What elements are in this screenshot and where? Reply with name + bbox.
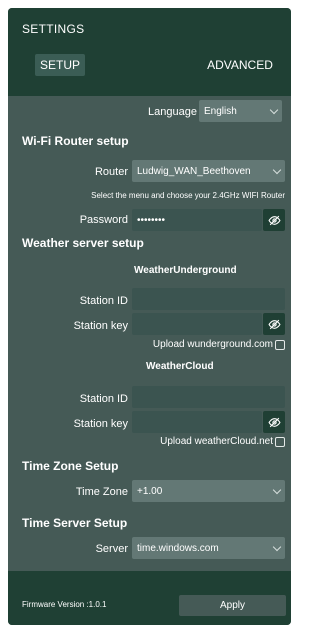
server-select[interactable]: time.windows.com — [132, 537, 285, 559]
server-label: Server — [95, 543, 128, 555]
password-visibility-toggle[interactable] — [263, 209, 285, 231]
weathercloud-title: WeatherCloud — [146, 361, 214, 372]
timezone-select[interactable]: +1.00 — [132, 480, 285, 502]
password-input[interactable]: •••••••• — [132, 209, 262, 231]
router-select[interactable]: Ludwig_WAN_Beethoven — [132, 160, 285, 182]
wc-station-key-label: Station key — [73, 418, 128, 430]
wc-upload-label: Upload weatherCloud.net — [160, 436, 273, 447]
router-value: Ludwig_WAN_Beethoven — [137, 165, 251, 177]
timezone-value: +1.00 — [137, 485, 163, 497]
wc-station-key-input[interactable] — [132, 411, 262, 433]
wunderground-title: WeatherUnderground — [134, 265, 237, 276]
wc-station-id-label: Station ID — [79, 393, 128, 405]
server-value: time.windows.com — [137, 542, 219, 554]
weather-section-title: Weather server setup — [22, 236, 144, 250]
timezone-label: Time Zone — [75, 486, 128, 498]
page-title: SETTINGS — [22, 22, 85, 36]
apply-button[interactable]: Apply — [179, 595, 286, 616]
wu-station-id-input[interactable] — [132, 288, 285, 310]
footer: Firmware Version :1.0.1 Apply — [8, 571, 291, 625]
eye-slash-icon — [267, 417, 281, 427]
firmware-version: Firmware Version :1.0.1 — [22, 600, 107, 609]
password-value: •••••••• — [137, 214, 166, 226]
chevron-down-icon — [269, 105, 279, 115]
timeserver-section-title: Time Server Setup — [22, 516, 128, 530]
header: SETTINGS SETUP ADVANCED — [8, 8, 291, 96]
eye-slash-icon — [267, 319, 281, 329]
timezone-section-title: Time Zone Setup — [22, 459, 119, 473]
settings-panel: SETTINGS SETUP ADVANCED Language English… — [8, 8, 291, 625]
wu-station-key-input[interactable] — [132, 313, 262, 335]
wc-station-id-input[interactable] — [132, 386, 285, 408]
wc-key-visibility-toggle[interactable] — [263, 411, 285, 433]
eye-slash-icon — [267, 215, 281, 225]
wifi-section-title: Wi-Fi Router setup — [22, 134, 129, 148]
chevron-down-icon — [272, 165, 282, 175]
wc-upload-checkbox[interactable] — [275, 437, 285, 447]
wu-upload-checkbox[interactable] — [275, 340, 285, 350]
wu-station-id-label: Station ID — [79, 295, 128, 307]
chevron-down-icon — [272, 542, 282, 552]
language-select[interactable]: English — [199, 100, 282, 122]
language-label: Language — [148, 106, 197, 118]
router-note: Select the menu and choose your 2.4GHz W… — [91, 191, 285, 200]
wu-key-visibility-toggle[interactable] — [263, 313, 285, 335]
language-value: English — [204, 105, 237, 117]
router-label: Router — [94, 166, 128, 178]
password-label: Password — [79, 214, 128, 226]
tab-setup[interactable]: SETUP — [35, 54, 85, 76]
wu-upload-label: Upload wunderground.com — [152, 339, 273, 350]
wu-station-key-label: Station key — [73, 320, 128, 332]
tab-advanced[interactable]: ADVANCED — [205, 54, 275, 76]
chevron-down-icon — [272, 485, 282, 495]
